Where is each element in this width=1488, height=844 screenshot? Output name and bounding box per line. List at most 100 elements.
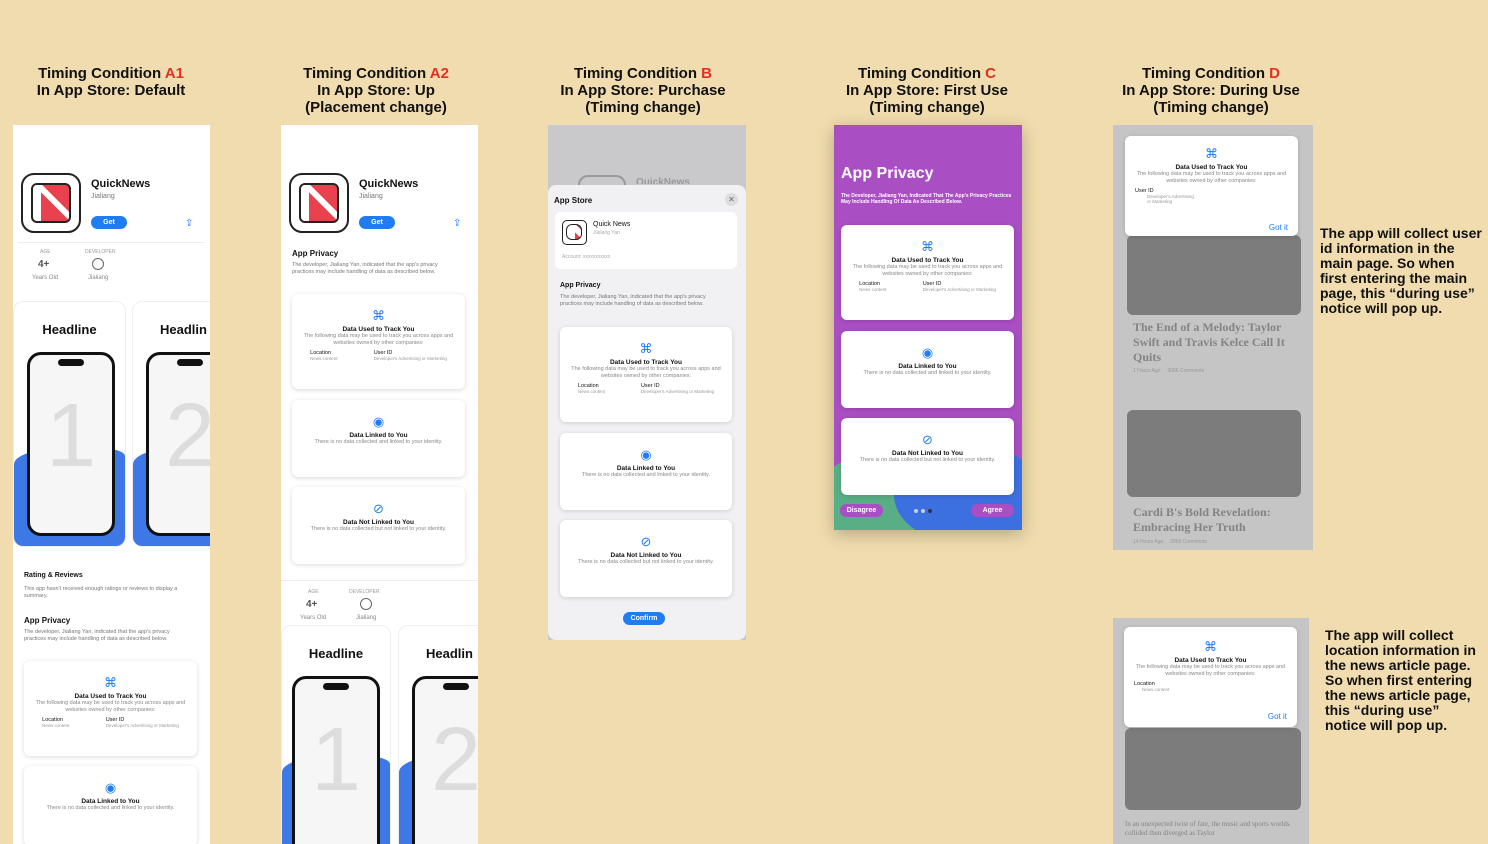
screen-number: 2 [149,385,210,488]
panel-d-article-page: In an unexpected twist of fate, the musi… [1113,618,1309,844]
title-sub: In App Store: First Use [846,82,1008,99]
condition-code: A2 [429,65,449,82]
title-change: (Timing change) [585,99,701,116]
not-linked-card[interactable]: ⊘ Data Not Linked to You There is no dat… [560,520,732,597]
disagree-button[interactable]: Disagree [840,504,883,517]
column-title-b: Timing Condition B In App Store: Purchas… [543,65,743,116]
condition-code: C [985,65,997,82]
card-title: Data Used to Track You [1175,164,1248,171]
purchase-sheet: App Store ✕ Quick News Jialiang Yan Acco… [548,185,746,640]
panel-c-first-use: App Privacy The Developer, Jialiang Yan,… [834,125,1022,530]
app-name: Quick News [593,221,631,228]
app-icon [289,173,349,233]
phone-mockup: 2 [146,352,210,536]
screenshot-1[interactable]: Headline 1 [281,625,391,844]
track-card[interactable]: ⌘ Data Used to Track You The following d… [24,661,197,756]
userid-sub: Developer's Advertising or Marketing [640,389,715,394]
eye-off-icon: ⊘ [373,501,384,516]
note-location: The app will collect location informatio… [1325,627,1476,733]
confirm-button[interactable]: Confirm [623,612,665,625]
track-card[interactable]: ⌘ Data Used to Track You The following d… [560,327,732,422]
person-icon: ◉ [372,414,385,429]
screen-number: 2 [430,710,478,810]
get-button[interactable]: Get [359,216,395,229]
card-desc: The following data may be used to track … [1136,171,1287,184]
card-desc: There is no data collected and linked to… [46,805,175,811]
got-it-button[interactable]: Got it [1269,223,1288,232]
eye-off-icon: ⊘ [640,534,652,549]
not-linked-card[interactable]: ⊘ Data Not Linked to You There is no dat… [841,418,1014,495]
card-desc: There is no data collected and linked to… [314,439,443,445]
location-notice[interactable]: ⌘ Data Used to Track You The following d… [1124,627,1297,727]
agree-button[interactable]: Agree [971,504,1014,517]
app-icon [562,220,587,245]
app-icon [21,173,81,233]
developer-label: DEVELOPER [85,249,116,255]
title-change: (Timing change) [869,99,985,116]
title-sub: In App Store: Up [317,82,435,99]
title-line: Timing Condition [857,65,986,82]
got-it-button[interactable]: Got it [1268,712,1287,721]
card-title: Data Not Linked to You [343,519,414,526]
not-linked-card[interactable]: ⊘ Data Not Linked to You There is no dat… [292,487,465,564]
track-icon: ⌘ [1205,146,1218,161]
share-icon[interactable]: ⇪ [453,218,463,230]
userid-sub: Developer's Advertising or Marketing [1147,194,1194,204]
share-icon[interactable]: ⇪ [185,218,195,230]
title-change: (Timing change) [1153,99,1269,116]
privacy-title: App Privacy [292,249,339,258]
privacy-text: The developer, Jialiang Yan, indicated t… [560,294,706,307]
card-desc: The following data may be used to track … [303,333,454,346]
screenshot-1[interactable]: Headline 1 [13,301,126,547]
card-title: Data Used to Track You [609,359,682,366]
card-desc: There is no data collected and linked to… [863,370,992,376]
panel-d-main-page: The End of a Melody: Taylor Swift and Tr… [1113,125,1313,550]
phone-mockup: 1 [27,352,115,536]
screenshot-2[interactable]: Headlin 2 [132,301,210,547]
person-icon: ◉ [104,780,117,795]
person-icon: ◉ [640,447,652,462]
track-icon: ⌘ [921,239,934,254]
linked-card[interactable]: ◉ Data Linked to You There is no data co… [560,433,732,510]
ratings-title: Rating & Reviews [24,572,83,579]
track-icon: ⌘ [104,675,117,690]
linked-card[interactable]: ◉ Data Linked to You There is no data co… [292,400,465,477]
ratings-text: This app hasn't received enough ratings … [24,586,178,599]
card-title: Data Used to Track You [342,326,415,333]
card-title: Data Not Linked to You [610,552,682,559]
screenshot-2[interactable]: Headlin 2 [398,625,478,844]
privacy-text: The developer, Jialiang Yan, indicated t… [292,262,438,275]
track-card[interactable]: ⌘ Data Used to Track You The following d… [841,225,1014,320]
screen-number: 1 [310,710,362,810]
headline-text: Headlin [426,646,473,661]
track-icon: ⌘ [1204,639,1217,654]
location-sub: News content [42,723,70,728]
title-sub: In App Store: During Use [1122,82,1300,99]
phone-mockup: 1 [292,676,380,844]
linked-card[interactable]: ◉ Data Linked to You There is no data co… [841,331,1014,408]
card-title: Data Linked to You [81,798,140,805]
privacy-text: The Developer, Jialiang Yan, Indicated T… [841,193,1012,205]
developer-name: Jialiang [359,193,383,200]
privacy-title: App Privacy [24,616,71,625]
developer-name: Jialiang [91,193,115,200]
age-sub: Years Old [300,615,327,621]
condition-code: D [1269,65,1281,82]
column-title-c: Timing Condition C In App Store: First U… [827,65,1027,116]
card-desc: There is no data collected but not linke… [578,559,714,565]
panel-a1-app-store: QuickNews Jialiang Get ⇪ AGE 4+ Years Ol… [13,125,210,844]
userid-notice[interactable]: ⌘ Data Used to Track You The following d… [1125,136,1298,236]
app-summary: Quick News Jialiang Yan Account: xxxxxxx… [555,212,737,269]
card-title: Data Used to Track You [1174,657,1247,664]
age-value: 4+ [38,259,50,270]
get-button[interactable]: Get [91,216,127,229]
developer-sub: Jialiang [356,615,377,621]
track-card[interactable]: ⌘ Data Used to Track You The following d… [292,294,465,389]
person-icon: ◉ [921,345,934,360]
close-icon[interactable]: ✕ [725,193,738,206]
linked-card[interactable]: ◉ Data Linked to You There is no data co… [24,766,197,844]
age-label: AGE [40,249,51,255]
condition-code: B [701,65,713,82]
age-value: 4+ [306,599,318,610]
location-sub: News content [310,356,338,361]
